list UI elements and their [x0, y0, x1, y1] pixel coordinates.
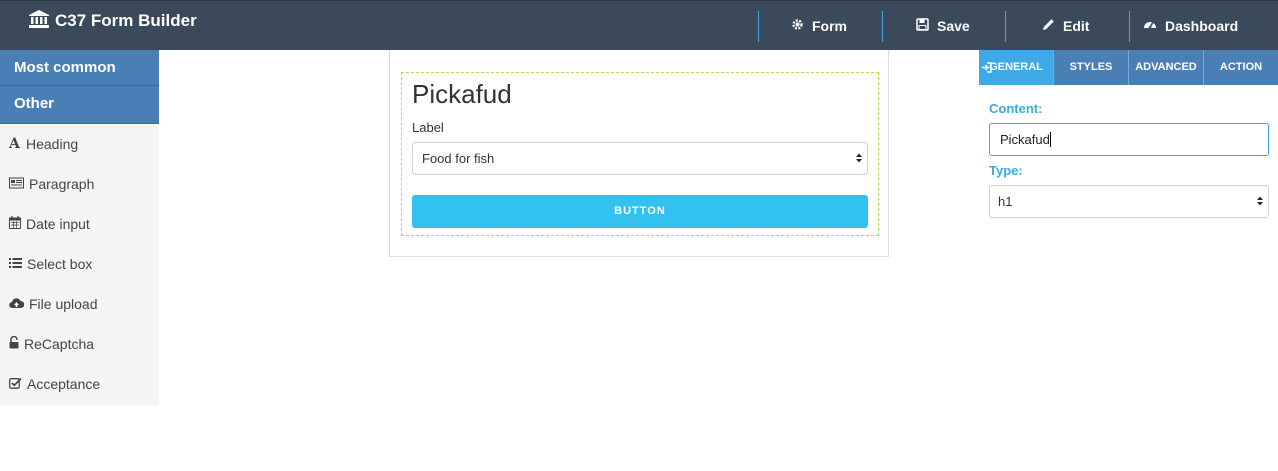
tab-advanced[interactable]: ADVANCED	[1129, 50, 1204, 85]
sidebar-item-label: Heading	[26, 136, 79, 152]
app-brand[interactable]: C37 Form Builder	[29, 9, 197, 33]
tab-styles[interactable]: STYLES	[1054, 50, 1129, 85]
form-nav-button[interactable]: Form	[791, 11, 847, 41]
save-nav-label: Save	[937, 18, 970, 34]
paragraph-icon	[9, 176, 29, 192]
sidebar-item-heading[interactable]: A Heading	[0, 124, 159, 164]
heading-icon: A	[8, 136, 26, 152]
nav-divider	[758, 11, 759, 42]
content-label: Content:	[989, 101, 1043, 116]
tab-action[interactable]: ACTION	[1204, 50, 1278, 85]
select-arrows-icon	[1256, 195, 1264, 210]
sidebar-item-label: Acceptance	[27, 376, 101, 392]
app-title: C37 Form Builder	[55, 11, 197, 30]
sidebar-group-other[interactable]: Other	[0, 86, 159, 124]
form-drop-area[interactable]: Pickafud Label Food for fish BUTTON	[401, 72, 879, 236]
nav-divider	[1129, 11, 1130, 42]
tab-general[interactable]: GENERAL	[979, 50, 1054, 85]
dashboard-nav-button[interactable]: Dashboard	[1143, 11, 1238, 41]
sign-in-icon	[981, 53, 992, 88]
gear-icon	[791, 18, 812, 34]
checkbox-icon	[9, 376, 27, 392]
bank-icon	[29, 9, 55, 33]
sidebar-item-select-box[interactable]: Select box	[0, 244, 159, 284]
sidebar-item-label: Select box	[27, 256, 93, 272]
calendar-icon	[9, 216, 26, 232]
list-icon	[9, 256, 27, 272]
top-navbar: C37 Form Builder Form Save Edit Dashboar…	[0, 0, 1278, 50]
sidebar-item-paragraph[interactable]: Paragraph	[0, 164, 159, 204]
type-select-value: h1	[998, 194, 1013, 209]
sidebar-item-label: File upload	[29, 296, 98, 312]
tab-label: STYLES	[1069, 61, 1113, 73]
sidebar-item-acceptance[interactable]: Acceptance	[0, 364, 159, 404]
edit-nav-label: Edit	[1063, 18, 1090, 34]
sidebar-item-date-input[interactable]: Date input	[0, 204, 159, 244]
floppy-icon	[916, 18, 937, 34]
food-select[interactable]: Food for fish	[412, 142, 868, 175]
content-input-value: Pickafud	[1000, 132, 1050, 147]
sidebar-item-label: Paragraph	[29, 176, 95, 192]
save-nav-button[interactable]: Save	[916, 11, 970, 41]
form-canvas: Pickafud Label Food for fish BUTTON	[389, 50, 889, 257]
cloud-upload-icon	[9, 296, 29, 312]
content-input[interactable]: Pickafud	[989, 123, 1269, 156]
property-tabs: GENERAL STYLES ADVANCED ACTION	[979, 50, 1278, 85]
dashboard-nav-label: Dashboard	[1165, 18, 1239, 34]
lock-icon	[9, 335, 24, 352]
sidebar-item-recaptcha[interactable]: ReCaptcha	[0, 324, 159, 364]
select-arrows-icon	[855, 152, 863, 167]
type-label: Type:	[989, 163, 1023, 178]
pencil-icon	[1042, 18, 1063, 34]
sidebar-item-label: ReCaptcha	[24, 336, 95, 352]
tab-label: ACTION	[1219, 61, 1263, 73]
select-field-label: Label	[412, 120, 444, 135]
tab-label: GENERAL	[989, 61, 1043, 73]
component-sidebar: Most common Other A Heading Paragraph Da…	[0, 50, 159, 405]
nav-divider	[882, 11, 883, 42]
sidebar-item-file-upload[interactable]: File upload	[0, 284, 159, 324]
nav-divider	[1005, 11, 1006, 42]
form-nav-label: Form	[812, 18, 847, 34]
dashboard-icon	[1143, 18, 1165, 34]
food-select-value: Food for fish	[422, 151, 495, 166]
type-select[interactable]: h1	[989, 185, 1269, 218]
sidebar-item-label: Date input	[26, 216, 90, 232]
svg-text:A: A	[9, 136, 21, 149]
tab-label: ADVANCED	[1135, 61, 1197, 73]
text-caret	[1049, 132, 1051, 147]
edit-nav-button[interactable]: Edit	[1042, 11, 1089, 41]
form-heading[interactable]: Pickafud	[412, 79, 512, 110]
form-submit-button[interactable]: BUTTON	[412, 195, 868, 228]
sidebar-group-most-common[interactable]: Most common	[0, 50, 159, 86]
